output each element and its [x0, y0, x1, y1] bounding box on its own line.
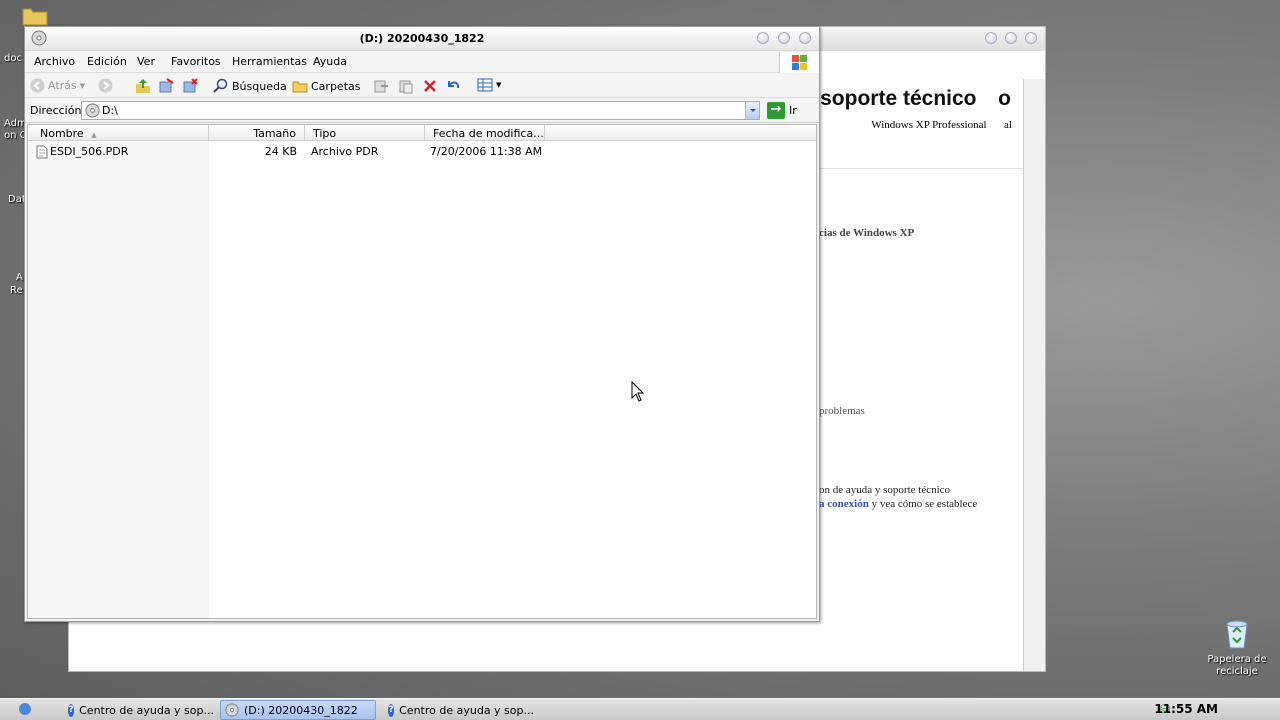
back-button[interactable]: Atrás ▼ [30, 78, 85, 93]
taskbar-item-help-2[interactable]: ? Centro de ayuda y sop... [384, 700, 534, 720]
file-name[interactable]: ESDI_506.PDR [50, 145, 128, 158]
minimize-button[interactable] [985, 32, 997, 44]
search-button[interactable]: Búsqueda [213, 78, 287, 94]
windows-logo-icon [779, 52, 819, 73]
copy-button[interactable] [398, 78, 414, 94]
file-row[interactable]: ESDI_506.PDR 24 KB Archivo PDR 7/20/2006… [28, 144, 816, 160]
drive-icon [85, 103, 100, 118]
sorted-column-highlight [28, 142, 209, 618]
copy-icon [399, 80, 413, 94]
help-scrollbar[interactable] [1023, 79, 1045, 671]
toolbar: Atrás ▼ Búsqueda Carpetas ▼ [25, 74, 819, 98]
views-icon [477, 78, 493, 92]
taskbar-item-help-1[interactable]: ? Centro de ayuda y sop... [64, 700, 214, 720]
clock[interactable]: 11:55 AM [1154, 702, 1218, 716]
drive-icon [225, 703, 239, 717]
explorer-window[interactable]: (D:) 20200430_1822 Archivo Edición Ver F… [24, 26, 820, 622]
move-icon [374, 80, 388, 93]
move-to-icon [159, 78, 174, 93]
help-icon: ? [388, 703, 395, 717]
sort-ascending-icon: ▲ [91, 131, 97, 139]
copy-to-button[interactable] [182, 78, 198, 94]
help-link[interactable]: problemas [819, 405, 865, 417]
back-dropdown-icon[interactable]: ▼ [80, 82, 85, 90]
taskbar-item-explorer[interactable]: (D:) 20200430_1822 [220, 700, 376, 720]
chevron-down-icon [750, 109, 756, 112]
menu-ayuda[interactable]: Ayuda [313, 55, 347, 68]
menu-ver[interactable]: Ver [137, 55, 155, 68]
copy-to-icon [183, 78, 198, 93]
menu-herramientas[interactable]: Herramientas [232, 55, 307, 68]
menu-archivo[interactable]: Archivo [34, 55, 75, 68]
desktop-icon-label[interactable]: A [16, 272, 23, 284]
mouse-cursor-icon [631, 380, 645, 406]
delete-icon [424, 80, 436, 92]
views-button[interactable]: ▼ [477, 78, 501, 92]
column-header-name[interactable]: Nombre ▲ [28, 125, 209, 141]
help-section-title[interactable]: cias de Windows XP [819, 227, 914, 239]
file-size: 24 KB [264, 145, 297, 158]
recycle-bin[interactable]: Papelera de reciclaje [1204, 618, 1270, 678]
help-icon: ? [68, 703, 75, 717]
up-folder-button[interactable] [135, 78, 151, 94]
help-text-line: a conexión y vea cómo se establece [819, 498, 978, 510]
help-link[interactable]: a conexión [819, 498, 869, 510]
go-arrow-icon: → [767, 102, 785, 119]
help-subtitle: Windows XP Professional al [871, 119, 1012, 131]
desktop-icon-label[interactable]: doc [4, 53, 22, 65]
close-button[interactable] [799, 32, 811, 44]
move-to-button[interactable] [158, 78, 174, 94]
file-list[interactable]: Nombre ▲ Tamaño Tipo Fecha de modifica..… [27, 124, 817, 619]
help-text-line: on de ayuda y soporte técnico [819, 484, 951, 496]
address-input[interactable] [102, 103, 722, 118]
window-title: (D:) 20200430_1822 [359, 32, 485, 45]
minimize-button[interactable] [757, 32, 769, 44]
menu-favoritos[interactable]: Favoritos [171, 55, 221, 68]
desktop-folder-icon[interactable] [22, 4, 48, 26]
forward-arrow-icon [98, 78, 113, 93]
start-button[interactable] [18, 702, 32, 719]
delete-button[interactable] [422, 78, 438, 94]
menu-bar: Archivo Edición Ver Favoritos Herramient… [25, 52, 819, 73]
explorer-titlebar[interactable]: (D:) 20200430_1822 [25, 27, 819, 51]
maximize-button[interactable] [1005, 32, 1017, 44]
desktop-icon-label[interactable]: Re [10, 285, 23, 297]
address-bar: Dirección → Ir [25, 99, 819, 123]
recycle-bin-icon [1226, 620, 1248, 649]
file-type: Archivo PDR [311, 145, 379, 158]
start-icon [19, 703, 31, 715]
column-header-type[interactable]: Tipo [305, 125, 425, 141]
move-button[interactable] [373, 78, 389, 94]
undo-button[interactable] [445, 78, 461, 94]
go-button[interactable]: → Ir [767, 102, 797, 119]
close-button[interactable] [1025, 32, 1037, 44]
folders-icon [292, 81, 308, 93]
forward-button[interactable] [98, 78, 113, 93]
address-label: Dirección [30, 104, 82, 117]
up-folder-icon [136, 79, 150, 93]
taskbar: ? Centro de ayuda y sop... (D:) 20200430… [0, 698, 1280, 720]
back-arrow-icon [30, 78, 45, 93]
column-header-size[interactable]: Tamaño [209, 125, 305, 141]
file-modified: 7/20/2006 11:38 AM [430, 145, 543, 158]
column-header-modified[interactable]: Fecha de modifica... [425, 125, 545, 141]
column-headers: Nombre ▲ Tamaño Tipo Fecha de modifica..… [28, 125, 816, 141]
menu-edicion[interactable]: Edición [87, 55, 127, 68]
address-field[interactable] [81, 101, 760, 120]
maximize-button[interactable] [778, 32, 790, 44]
search-icon [213, 78, 228, 93]
address-dropdown-button[interactable] [745, 102, 759, 119]
folders-button[interactable]: Carpetas [292, 78, 360, 94]
file-icon [36, 145, 48, 159]
views-dropdown-icon[interactable]: ▼ [496, 81, 501, 89]
undo-icon [448, 81, 460, 89]
